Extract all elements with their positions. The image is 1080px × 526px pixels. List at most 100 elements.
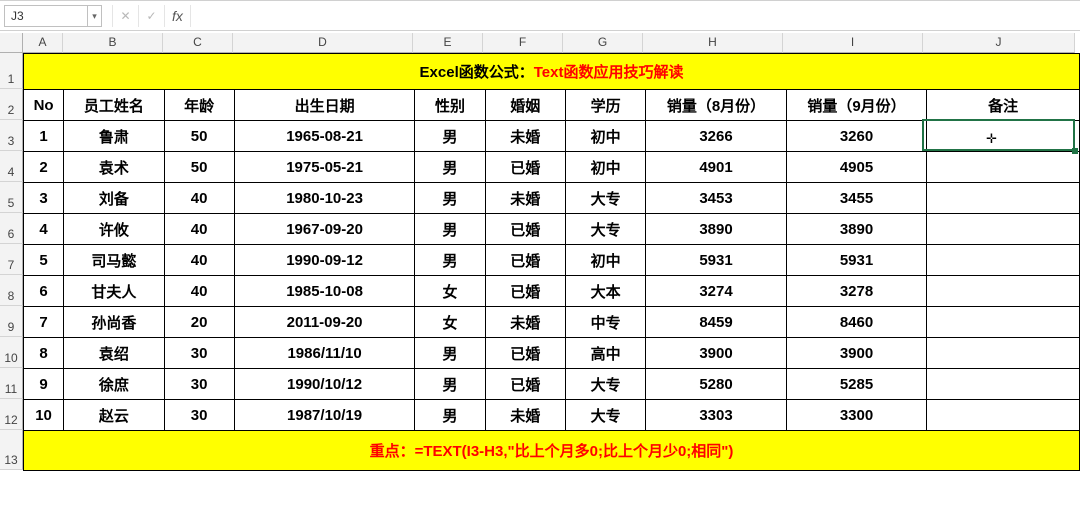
cell-sex[interactable]: 女 [415, 307, 485, 338]
cell-name[interactable]: 徐庶 [64, 369, 164, 400]
cell-age[interactable]: 40 [164, 214, 234, 245]
col-header-A[interactable]: A [23, 33, 63, 53]
cell-dob[interactable]: 1975-05-21 [234, 152, 415, 183]
cell-name[interactable]: 许攸 [64, 214, 164, 245]
cell-dob[interactable]: 1965-08-21 [234, 121, 415, 152]
cell-aug[interactable]: 3266 [646, 121, 787, 152]
header-0[interactable]: No [24, 90, 64, 121]
cell-sep[interactable]: 5285 [786, 369, 927, 400]
cell-mar[interactable]: 已婚 [485, 369, 565, 400]
cell-sep[interactable]: 3455 [786, 183, 927, 214]
header-9[interactable]: 备注 [927, 90, 1080, 121]
col-header-D[interactable]: D [233, 33, 413, 53]
row-header-6[interactable]: 6 [0, 213, 23, 244]
formula-bar[interactable] [190, 5, 1080, 27]
cell-name[interactable]: 鲁肃 [64, 121, 164, 152]
cell-sep[interactable]: 3900 [786, 338, 927, 369]
fill-handle[interactable] [1072, 148, 1078, 154]
col-header-C[interactable]: C [163, 33, 233, 53]
cell-no[interactable]: 2 [24, 152, 64, 183]
confirm-icon[interactable]: ✓ [138, 5, 164, 27]
row-header-13[interactable]: 13 [0, 430, 23, 470]
cell-mar[interactable]: 未婚 [485, 183, 565, 214]
cell-name[interactable]: 袁术 [64, 152, 164, 183]
cell-sex[interactable]: 男 [415, 214, 485, 245]
cell-edu[interactable]: 大专 [565, 400, 645, 431]
row-header-2[interactable]: 2 [0, 89, 23, 120]
select-all-corner[interactable] [0, 33, 23, 53]
cell-age[interactable]: 30 [164, 338, 234, 369]
col-header-G[interactable]: G [563, 33, 643, 53]
cell-mar[interactable]: 已婚 [485, 338, 565, 369]
cell-dob[interactable]: 1990-09-12 [234, 245, 415, 276]
cell-note[interactable] [927, 369, 1080, 400]
row-header-8[interactable]: 8 [0, 275, 23, 306]
cell-aug[interactable]: 3890 [646, 214, 787, 245]
cell-note[interactable] [927, 121, 1080, 152]
cell-sex[interactable]: 女 [415, 276, 485, 307]
header-3[interactable]: 出生日期 [234, 90, 415, 121]
cell-sex[interactable]: 男 [415, 338, 485, 369]
cell-aug[interactable]: 5280 [646, 369, 787, 400]
cell-no[interactable]: 10 [24, 400, 64, 431]
col-header-F[interactable]: F [483, 33, 563, 53]
cell-mar[interactable]: 已婚 [485, 245, 565, 276]
row-header-11[interactable]: 11 [0, 368, 23, 399]
cell-edu[interactable]: 初中 [565, 245, 645, 276]
header-5[interactable]: 婚姻 [485, 90, 565, 121]
cell-age[interactable]: 40 [164, 276, 234, 307]
cell-name[interactable]: 孙尚香 [64, 307, 164, 338]
cell-aug[interactable]: 5931 [646, 245, 787, 276]
cell-sep[interactable]: 8460 [786, 307, 927, 338]
cell-mar[interactable]: 未婚 [485, 307, 565, 338]
col-header-H[interactable]: H [643, 33, 783, 53]
cell-note[interactable] [927, 400, 1080, 431]
header-4[interactable]: 性别 [415, 90, 485, 121]
name-box[interactable]: J3 [4, 5, 88, 27]
cell-mar[interactable]: 未婚 [485, 400, 565, 431]
footer-formula[interactable]: 重点：=TEXT(I3-H3,"比上个月多0;比上个月少0;相同") [24, 431, 1080, 471]
cell-sep[interactable]: 3278 [786, 276, 927, 307]
cell-edu[interactable]: 大本 [565, 276, 645, 307]
cell-sex[interactable]: 男 [415, 152, 485, 183]
cell-no[interactable]: 4 [24, 214, 64, 245]
title-cell[interactable]: Excel函数公式：Text函数应用技巧解读 [24, 54, 1080, 90]
cell-mar[interactable]: 已婚 [485, 152, 565, 183]
cell-name[interactable]: 甘夫人 [64, 276, 164, 307]
cell-aug[interactable]: 8459 [646, 307, 787, 338]
cell-note[interactable] [927, 214, 1080, 245]
cell-name[interactable]: 赵云 [64, 400, 164, 431]
cell-sex[interactable]: 男 [415, 245, 485, 276]
row-header-3[interactable]: 3 [0, 120, 23, 151]
cell-name[interactable]: 刘备 [64, 183, 164, 214]
cell-note[interactable] [927, 152, 1080, 183]
cell-edu[interactable]: 大专 [565, 214, 645, 245]
cell-dob[interactable]: 1987/10/19 [234, 400, 415, 431]
cell-note[interactable] [927, 338, 1080, 369]
cell-age[interactable]: 30 [164, 400, 234, 431]
cell-name[interactable]: 袁绍 [64, 338, 164, 369]
row-header-4[interactable]: 4 [0, 151, 23, 182]
header-8[interactable]: 销量（9月份） [786, 90, 927, 121]
col-header-E[interactable]: E [413, 33, 483, 53]
cell-no[interactable]: 3 [24, 183, 64, 214]
cell-edu[interactable]: 大专 [565, 369, 645, 400]
cell-aug[interactable]: 4901 [646, 152, 787, 183]
cell-no[interactable]: 7 [24, 307, 64, 338]
cell-sep[interactable]: 3300 [786, 400, 927, 431]
col-header-I[interactable]: I [783, 33, 923, 53]
cell-no[interactable]: 6 [24, 276, 64, 307]
cell-dob[interactable]: 2011-09-20 [234, 307, 415, 338]
cell-dob[interactable]: 1986/11/10 [234, 338, 415, 369]
cell-sex[interactable]: 男 [415, 400, 485, 431]
cell-aug[interactable]: 3274 [646, 276, 787, 307]
col-header-B[interactable]: B [63, 33, 163, 53]
cell-edu[interactable]: 高中 [565, 338, 645, 369]
cell-sex[interactable]: 男 [415, 121, 485, 152]
cell-edu[interactable]: 中专 [565, 307, 645, 338]
cell-sep[interactable]: 4905 [786, 152, 927, 183]
cell-dob[interactable]: 1967-09-20 [234, 214, 415, 245]
cancel-icon[interactable]: ✕ [112, 5, 138, 27]
cell-dob[interactable]: 1980-10-23 [234, 183, 415, 214]
cell-age[interactable]: 20 [164, 307, 234, 338]
